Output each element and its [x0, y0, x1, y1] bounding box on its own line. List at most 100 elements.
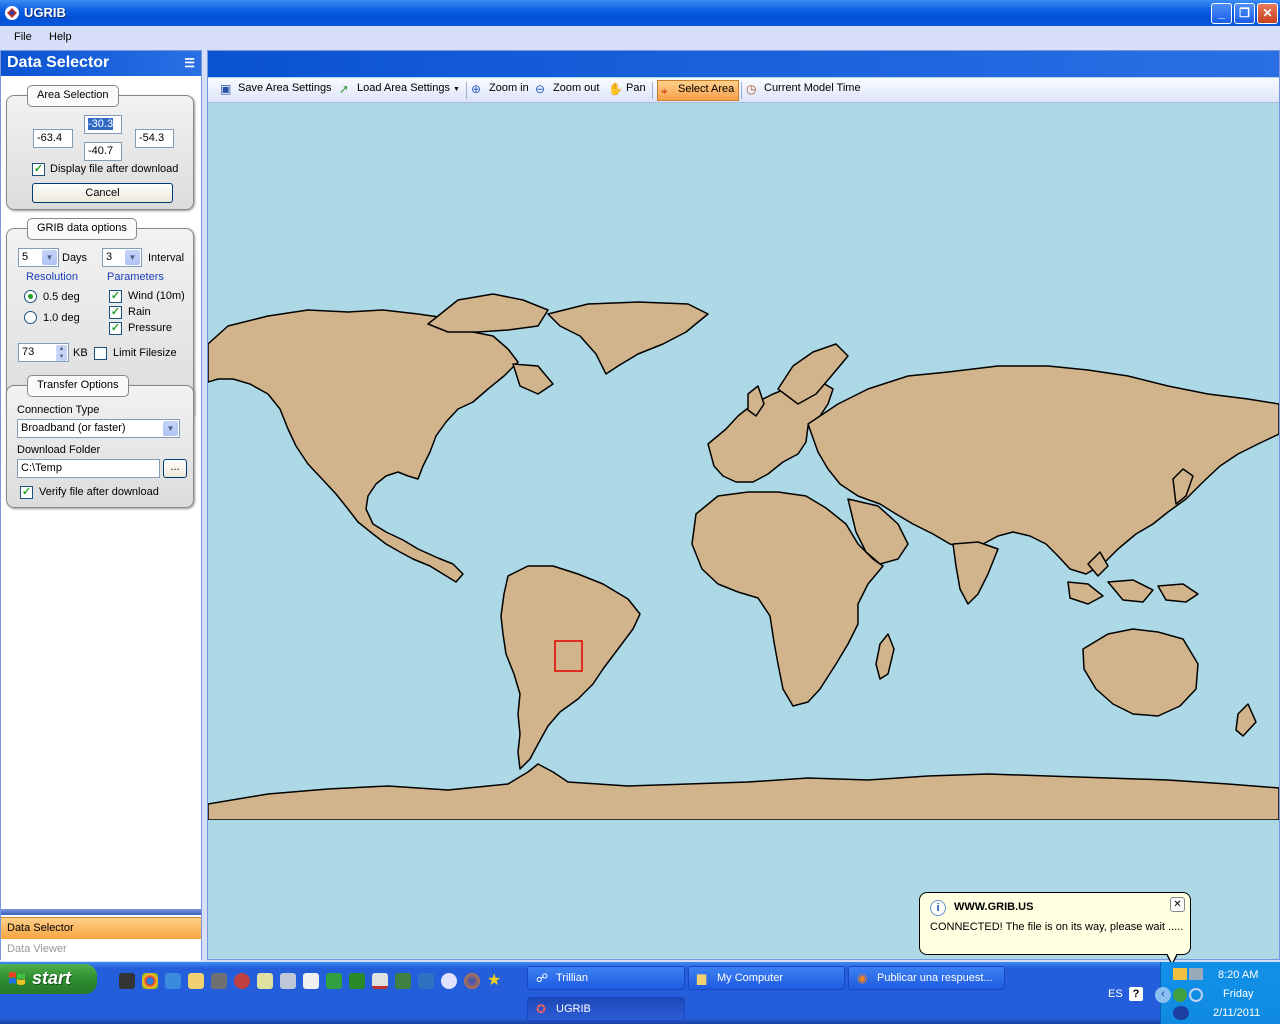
tray-wave-icon[interactable] [1173, 1006, 1189, 1020]
quicklaunch-app3-icon[interactable] [280, 973, 296, 989]
tray-time[interactable]: 8:20 AM [1218, 969, 1258, 981]
load-area-button[interactable]: ➚ Load Area Settings ▼ [339, 82, 460, 100]
display-after-download-checkbox[interactable]: ✓ [32, 163, 45, 176]
quicklaunch-pdf-icon[interactable] [372, 973, 388, 989]
floppy-icon: ▣ [220, 82, 232, 96]
quicklaunch-outlook-icon[interactable] [188, 973, 204, 989]
quicklaunch-app6-icon[interactable] [395, 973, 411, 989]
tray-date: 2/11/2011 [1213, 1007, 1261, 1019]
restore-button[interactable]: ❐ [1234, 3, 1255, 24]
resolution-label: Resolution [26, 271, 78, 283]
task-ugrib[interactable]: ✪ UGRIB [527, 997, 685, 1021]
kb-label: KB [73, 347, 88, 359]
download-folder-input[interactable]: C:\Temp [17, 459, 160, 478]
res-10-radio[interactable] [24, 311, 37, 324]
chevron-down-icon: ▼ [42, 250, 57, 265]
transfer-options-title: Transfer Options [27, 375, 129, 397]
map-panel: ▣ Save Area Settings ➚ Load Area Settings … [207, 50, 1280, 960]
balloon-title: WWW.GRIB.US [954, 901, 1034, 913]
quicklaunch-app7-icon[interactable] [418, 973, 434, 989]
east-input[interactable]: -54.3 [135, 129, 174, 148]
ugrib-app-icon [5, 6, 19, 20]
connection-type-label: Connection Type [17, 404, 100, 416]
west-input[interactable]: -63.4 [33, 129, 73, 148]
title-bar: UGRIB _ ❐ ✕ [0, 0, 1280, 26]
balloon-close-icon[interactable]: ✕ [1170, 897, 1185, 912]
quicklaunch-ie-icon[interactable] [165, 973, 181, 989]
zoom-out-icon: ⊖ [535, 82, 546, 96]
language-indicator[interactable]: ES [1108, 988, 1123, 1000]
save-area-button[interactable]: ▣ Save Area Settings [220, 82, 332, 100]
nav-data-viewer[interactable]: Data Viewer [1, 939, 201, 961]
clock-icon: ◷ [746, 82, 757, 96]
quicklaunch-chrome-icon[interactable] [142, 973, 158, 989]
panel-header: Data Selector ☰ [1, 51, 201, 76]
minimize-button[interactable]: _ [1211, 3, 1232, 24]
quicklaunch-app8-icon[interactable] [441, 973, 457, 989]
map-toolbar: ▣ Save Area Settings ➚ Load Area Settings … [208, 78, 1279, 103]
current-model-time-button[interactable]: ◷ Current Model Time [746, 82, 861, 100]
rain-label: Rain [128, 306, 151, 318]
spin-up-icon: ▲ [56, 345, 67, 353]
splitter-handle[interactable] [1, 909, 201, 915]
quicklaunch-app4-icon[interactable] [303, 973, 319, 989]
browse-button[interactable]: ... [163, 459, 187, 478]
filesize-stepper[interactable]: 73 ▲ ▼ [18, 343, 69, 362]
cancel-button[interactable]: Cancel [32, 183, 173, 203]
ugrib-icon: ✪ [536, 1002, 547, 1016]
area-selection-title: Area Selection [27, 85, 119, 107]
system-tray: ES ? ‹ 8:20 AM Friday 2/11/2011 [1108, 962, 1280, 1024]
pan-button[interactable]: ✋ Pan [608, 82, 646, 100]
tray-link-icon[interactable] [1189, 988, 1203, 1002]
north-input[interactable]: -30.3 [84, 115, 122, 134]
zoom-in-button[interactable]: ⊕ Zoom in [471, 82, 529, 100]
tray-network-icon[interactable] [1189, 968, 1203, 980]
grib-options-title: GRIB data options [27, 218, 137, 240]
nav-data-selector[interactable]: Data Selector [1, 917, 201, 939]
days-select[interactable]: 5 ▼ [18, 248, 59, 267]
tray-expand-icon[interactable]: ‹ [1155, 987, 1171, 1003]
close-button[interactable]: ✕ [1257, 3, 1278, 24]
limit-filesize-label: Limit Filesize [113, 347, 177, 359]
quicklaunch-app5-icon[interactable] [326, 973, 342, 989]
load-icon: ➚ [339, 82, 350, 96]
task-trillian[interactable]: ☍ Trillian [527, 966, 685, 990]
limit-filesize-checkbox[interactable] [94, 347, 107, 360]
quicklaunch-star-icon[interactable]: ★ [487, 973, 503, 989]
balloon-message: CONNECTED! The file is on its way, pleas… [930, 921, 1184, 933]
interval-label: Interval [148, 252, 185, 264]
start-button[interactable]: start [0, 964, 97, 994]
quicklaunch-cmd-icon[interactable] [119, 973, 135, 989]
pressure-checkbox[interactable]: ✓ [109, 322, 122, 335]
verify-checkbox[interactable]: ✓ [20, 486, 33, 499]
task-my-computer[interactable]: ▆ My Computer [688, 966, 845, 990]
south-input[interactable]: -40.7 [84, 142, 122, 161]
quicklaunch-notepad-icon[interactable] [257, 973, 273, 989]
help-icon[interactable]: ? [1129, 987, 1143, 1001]
select-area-button[interactable]: ⌖ Select Area [657, 80, 740, 101]
zoom-out-button[interactable]: ⊖ Zoom out [535, 82, 599, 100]
world-map[interactable] [208, 104, 1279, 820]
menu-help[interactable]: Help [49, 31, 72, 43]
quicklaunch-app2-icon[interactable] [234, 973, 250, 989]
res-05-radio[interactable] [24, 290, 37, 303]
verify-label: Verify file after download [39, 486, 159, 498]
tray-status-icon[interactable] [1173, 988, 1187, 1002]
menu-file[interactable]: File [14, 31, 32, 43]
trillian-icon: ☍ [536, 971, 549, 985]
menu-bar: File Help [0, 26, 1280, 48]
quicklaunch-app-icon[interactable] [211, 973, 227, 989]
wind-checkbox[interactable]: ✓ [109, 290, 122, 303]
area-selection-group: Area Selection -30.3 -63.4 -54.3 -40.7 ✓… [6, 85, 194, 210]
res-10-label: 1.0 deg [43, 312, 80, 324]
quicklaunch-excel-icon[interactable] [349, 973, 365, 989]
panel-menu-icon[interactable]: ☰ [184, 56, 195, 70]
connection-type-select[interactable]: Broadband (or faster) ▼ [17, 419, 180, 438]
tray-app-icon[interactable] [1173, 968, 1187, 980]
wind-label: Wind (10m) [128, 290, 185, 302]
interval-select[interactable]: 3 ▼ [102, 248, 142, 267]
task-firefox[interactable]: ◉ Publicar una respuest... [848, 966, 1005, 990]
rain-checkbox[interactable]: ✓ [109, 306, 122, 319]
quicklaunch-firefox-icon[interactable] [464, 973, 480, 989]
spin-down-icon: ▼ [56, 353, 67, 361]
